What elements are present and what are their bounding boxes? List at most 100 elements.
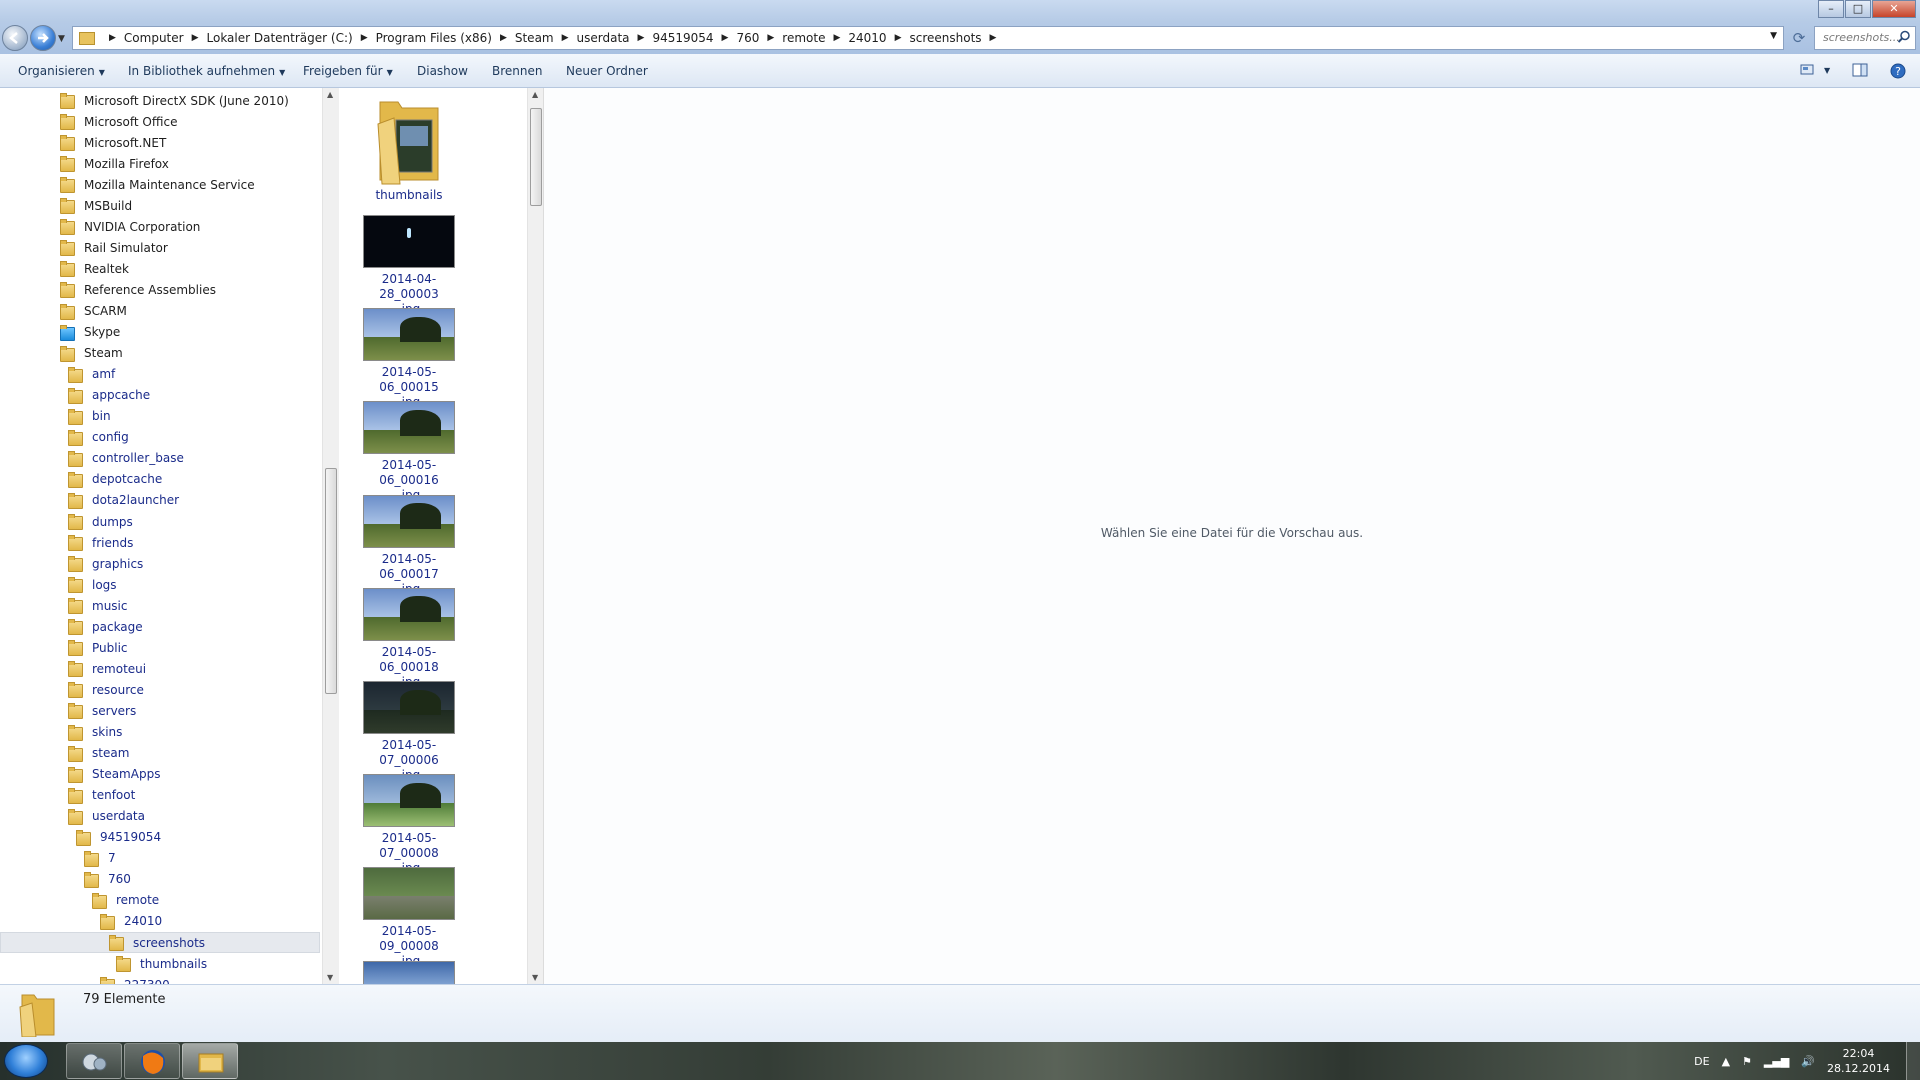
tree-item[interactable]: servers	[68, 700, 136, 721]
close-button[interactable]: ✕	[1872, 0, 1916, 18]
chevron-right-icon[interactable]: ▶	[562, 33, 569, 43]
tree-item[interactable]: amf	[68, 364, 115, 385]
tree-item[interactable]: appcache	[68, 385, 150, 406]
folder-item-thumbnails[interactable]: thumbnails	[359, 94, 459, 203]
file-item[interactable]: 2014-05-06_00016.jpg	[359, 401, 459, 503]
slideshow-button[interactable]: Diashow	[417, 64, 468, 78]
network-signal-icon[interactable]: ▂▄▆	[1764, 1055, 1789, 1068]
tree-item[interactable]: skins	[68, 722, 122, 743]
breadcrumb-computer[interactable]: Computer	[124, 31, 184, 45]
breadcrumb-screenshots[interactable]: screenshots	[909, 31, 981, 45]
file-item[interactable]: 2014-05-07_00006.jpg	[359, 681, 459, 783]
tree-item[interactable]: Rail Simulator	[60, 237, 168, 258]
tree-item[interactable]: steam	[68, 743, 129, 764]
help-icon[interactable]: ?	[1890, 63, 1906, 79]
tree-item[interactable]: Microsoft DirectX SDK (June 2010)	[60, 90, 289, 111]
breadcrumb-760[interactable]: 760	[736, 31, 759, 45]
taskbar-app-firefox[interactable]	[124, 1043, 180, 1079]
tree-item[interactable]: controller_base	[68, 448, 184, 469]
back-button[interactable]	[2, 25, 28, 51]
file-list-scrollbar[interactable]: ▲ ▼	[527, 88, 544, 984]
tree-item[interactable]: bin	[68, 406, 111, 427]
chevron-right-icon[interactable]: ▶	[767, 33, 774, 43]
show-desktop-button[interactable]	[1906, 1042, 1920, 1080]
taskbar-app-network[interactable]	[66, 1043, 122, 1079]
chevron-right-icon[interactable]: ▶	[361, 33, 368, 43]
tree-item[interactable]: 24010	[100, 911, 162, 932]
breadcrumb-userdata[interactable]: userdata	[577, 31, 630, 45]
address-dropdown-icon[interactable]: ▼	[1770, 31, 1777, 41]
scroll-down-icon[interactable]: ▼	[532, 973, 538, 982]
file-item[interactable]: 2014-05-09_00008.jpg	[359, 867, 459, 969]
chevron-right-icon[interactable]: ▶	[895, 33, 902, 43]
tree-item[interactable]: MSBuild	[60, 195, 132, 216]
add-to-library-menu[interactable]: In Bibliothek aufnehmen ▼	[128, 64, 285, 78]
taskbar-app-explorer[interactable]	[182, 1043, 238, 1079]
search-icon[interactable]	[1897, 30, 1911, 44]
address-bar[interactable]: ▶ Computer ▶ Lokaler Datenträger (C:) ▶ …	[72, 26, 1784, 50]
breadcrumb-program-files[interactable]: Program Files (x86)	[376, 31, 492, 45]
history-dropdown-icon[interactable]: ▼	[58, 34, 65, 44]
share-with-menu[interactable]: Freigeben für ▼	[303, 64, 393, 78]
tree-item[interactable]: friends	[68, 532, 133, 553]
tree-item[interactable]: 760	[84, 869, 131, 890]
file-item[interactable]: 2014-05-06_00017.jpg	[359, 494, 459, 597]
file-item[interactable]: 2014-05-07_00008.jpg	[359, 774, 459, 876]
start-button[interactable]	[4, 1044, 48, 1078]
chevron-right-icon[interactable]: ▶	[109, 33, 116, 43]
tree-item[interactable]: remote	[92, 890, 159, 911]
scroll-down-icon[interactable]: ▼	[327, 973, 333, 982]
breadcrumb-remote[interactable]: remote	[782, 31, 825, 45]
tree-item[interactable]: Mozilla Firefox	[60, 153, 169, 174]
tree-item[interactable]: Microsoft Office	[60, 111, 177, 132]
refresh-icon[interactable]: ⟳	[1788, 27, 1810, 49]
tree-item[interactable]: NVIDIA Corporation	[60, 216, 200, 237]
new-folder-button[interactable]: Neuer Ordner	[566, 64, 648, 78]
file-item[interactable]: 2014-04-28_00003.jpg	[359, 215, 459, 317]
tree-item[interactable]: Reference Assemblies	[60, 279, 216, 300]
file-item[interactable]: 2014-05-06_00018.jpg	[359, 587, 459, 690]
chevron-right-icon[interactable]: ▶	[192, 33, 199, 43]
tree-item[interactable]: 7	[84, 848, 116, 869]
tree-item[interactable]: tenfoot	[68, 785, 135, 806]
tree-item[interactable]: depotcache	[68, 469, 162, 490]
tree-item[interactable]: config	[68, 427, 129, 448]
preview-pane-icon[interactable]	[1852, 63, 1868, 77]
forward-button[interactable]	[30, 25, 56, 51]
tree-item[interactable]: thumbnails	[116, 953, 207, 974]
scroll-up-icon[interactable]: ▲	[532, 90, 538, 99]
scrollbar-thumb[interactable]	[530, 108, 542, 206]
tree-item[interactable]: 227300	[100, 974, 170, 984]
volume-icon[interactable]: 🔊	[1801, 1055, 1815, 1068]
tree-item[interactable]: Mozilla Maintenance Service	[60, 174, 255, 195]
tree-item[interactable]: Public	[68, 637, 128, 658]
change-view-icon[interactable]	[1800, 63, 1816, 77]
burn-button[interactable]: Brennen	[492, 64, 542, 78]
tree-item[interactable]: SCARM	[60, 301, 127, 322]
tree-item[interactable]: SteamApps	[68, 764, 160, 785]
show-hidden-icons-icon[interactable]: ▲	[1722, 1055, 1730, 1068]
clock[interactable]: 22:04 28.12.2014	[1827, 1046, 1890, 1076]
tree-item[interactable]: dumps	[68, 511, 133, 532]
tree-item[interactable]: Skype	[60, 322, 120, 343]
search-input[interactable]: screenshots...	[1814, 26, 1916, 50]
tree-item[interactable]: Steam	[60, 343, 123, 364]
action-center-flag-icon[interactable]: ⚑	[1742, 1055, 1752, 1068]
tree-item[interactable]: dota2launcher	[68, 490, 179, 511]
chevron-right-icon[interactable]: ▶	[833, 33, 840, 43]
view-dropdown-icon[interactable]: ▼	[1824, 66, 1830, 75]
tree-item[interactable]: package	[68, 616, 143, 637]
tree-item[interactable]: 94519054	[76, 827, 161, 848]
tree-item[interactable]: graphics	[68, 553, 143, 574]
chevron-right-icon[interactable]: ▶	[500, 33, 507, 43]
breadcrumb-drive-c[interactable]: Lokaler Datenträger (C:)	[207, 31, 353, 45]
tree-item[interactable]: userdata	[68, 806, 145, 827]
tree-item[interactable]: resource	[68, 679, 144, 700]
breadcrumb-24010[interactable]: 24010	[848, 31, 886, 45]
scroll-up-icon[interactable]: ▲	[327, 90, 333, 99]
breadcrumb-steam[interactable]: Steam	[515, 31, 554, 45]
tree-item[interactable]: music	[68, 595, 127, 616]
tree-item[interactable]: screenshots	[0, 932, 320, 953]
tree-item[interactable]: Microsoft.NET	[60, 132, 166, 153]
organize-menu[interactable]: Organisieren ▼	[18, 64, 105, 78]
